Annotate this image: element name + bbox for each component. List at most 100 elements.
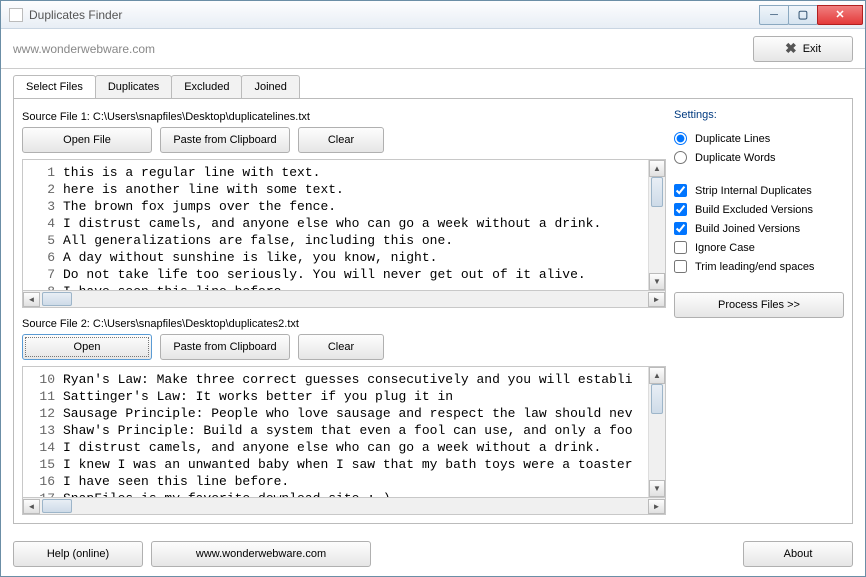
settings-panel: Settings: Duplicate Lines Duplicate Word… bbox=[674, 107, 844, 515]
scroll-right-icon[interactable]: ► bbox=[648, 292, 665, 307]
line-text: here is another line with some text. bbox=[63, 181, 344, 198]
title-bar: Duplicates Finder ─ ▢ ✕ bbox=[1, 1, 865, 29]
line-number: 17 bbox=[23, 490, 63, 498]
source2-paste-button[interactable]: Paste from Clipboard bbox=[160, 334, 290, 360]
line-number: 8 bbox=[23, 283, 63, 291]
line-number: 4 bbox=[23, 215, 63, 232]
editor-line: 14I distrust camels, and anyone else who… bbox=[23, 439, 665, 456]
line-text: Ryan's Law: Make three correct guesses c… bbox=[63, 371, 633, 388]
line-text: I have seen this line before. bbox=[63, 283, 289, 291]
editor-line: 3The brown fox jumps over the fence. bbox=[23, 198, 665, 215]
window-title: Duplicates Finder bbox=[29, 8, 760, 22]
footer-bar: Help (online) www.wonderwebware.com Abou… bbox=[1, 532, 865, 576]
source2-hscrollbar[interactable]: ◄ ► bbox=[22, 498, 666, 515]
window-controls: ─ ▢ ✕ bbox=[760, 5, 863, 25]
line-number: 13 bbox=[23, 422, 63, 439]
source2-editor[interactable]: 10Ryan's Law: Make three correct guesses… bbox=[22, 366, 666, 498]
line-text: Sausage Principle: People who love sausa… bbox=[63, 405, 633, 422]
tab-bar: Select FilesDuplicatesExcludedJoined bbox=[1, 75, 865, 98]
line-number: 11 bbox=[23, 388, 63, 405]
scroll-up-icon[interactable]: ▲ bbox=[649, 367, 665, 384]
editor-line: 6A day without sunshine is like, you kno… bbox=[23, 249, 665, 266]
line-number: 1 bbox=[23, 164, 63, 181]
line-number: 3 bbox=[23, 198, 63, 215]
line-text: Shaw's Principle: Build a system that ev… bbox=[63, 422, 633, 439]
line-number: 6 bbox=[23, 249, 63, 266]
checkbox-build-joined[interactable]: Build Joined Versions bbox=[674, 222, 844, 235]
source1-hscrollbar[interactable]: ◄ ► bbox=[22, 291, 666, 308]
content-area: Source File 1: C:\Users\snapfiles\Deskto… bbox=[13, 98, 853, 524]
maximize-button[interactable]: ▢ bbox=[788, 5, 818, 25]
line-number: 14 bbox=[23, 439, 63, 456]
line-number: 2 bbox=[23, 181, 63, 198]
close-button[interactable]: ✕ bbox=[817, 5, 863, 25]
checkbox-strip-internal[interactable]: Strip Internal Duplicates bbox=[674, 184, 844, 197]
radio-duplicate-words[interactable]: Duplicate Words bbox=[674, 151, 844, 164]
line-text: The brown fox jumps over the fence. bbox=[63, 198, 336, 215]
scroll-down-icon[interactable]: ▼ bbox=[649, 480, 665, 497]
editor-line: 1this is a regular line with text. bbox=[23, 164, 665, 181]
tab-excluded[interactable]: Excluded bbox=[171, 75, 242, 98]
line-number: 5 bbox=[23, 232, 63, 249]
editor-line: 4I distrust camels, and anyone else who … bbox=[23, 215, 665, 232]
editor-line: 5All generalizations are false, includin… bbox=[23, 232, 665, 249]
top-toolbar: www.wonderwebware.com ✖ Exit bbox=[1, 29, 865, 69]
source2-vscrollbar[interactable]: ▲ ▼ bbox=[648, 367, 665, 497]
scroll-down-icon[interactable]: ▼ bbox=[649, 273, 665, 290]
tab-select-files[interactable]: Select Files bbox=[13, 75, 96, 98]
editor-line: 16I have seen this line before. bbox=[23, 473, 665, 490]
app-icon bbox=[9, 8, 23, 22]
editor-line: 8I have seen this line before. bbox=[23, 283, 665, 291]
about-button[interactable]: About bbox=[743, 541, 853, 567]
source1-paste-button[interactable]: Paste from Clipboard bbox=[160, 127, 290, 153]
source1-editor[interactable]: 1this is a regular line with text.2here … bbox=[22, 159, 666, 291]
scroll-thumb[interactable] bbox=[651, 384, 663, 414]
line-text: I knew I was an unwanted baby when I saw… bbox=[63, 456, 633, 473]
line-text: A day without sunshine is like, you know… bbox=[63, 249, 437, 266]
vendor-url-label: www.wonderwebware.com bbox=[13, 42, 155, 56]
tab-duplicates[interactable]: Duplicates bbox=[95, 75, 172, 98]
scroll-thumb[interactable] bbox=[42, 292, 72, 306]
scroll-right-icon[interactable]: ► bbox=[648, 499, 665, 514]
process-files-button[interactable]: Process Files >> bbox=[674, 292, 844, 318]
line-text: All generalizations are false, including… bbox=[63, 232, 453, 249]
editor-line: 15I knew I was an unwanted baby when I s… bbox=[23, 456, 665, 473]
line-number: 15 bbox=[23, 456, 63, 473]
source2-button-row: Open Paste from Clipboard Clear bbox=[22, 334, 666, 360]
source2-label: Source File 2: C:\Users\snapfiles\Deskto… bbox=[22, 318, 666, 330]
editor-line: 2here is another line with some text. bbox=[23, 181, 665, 198]
help-button[interactable]: Help (online) bbox=[13, 541, 143, 567]
line-text: Sattinger's Law: It works better if you … bbox=[63, 388, 453, 405]
exit-icon: ✖ bbox=[785, 40, 797, 57]
scroll-left-icon[interactable]: ◄ bbox=[23, 499, 40, 514]
source2-clear-button[interactable]: Clear bbox=[298, 334, 384, 360]
line-text: this is a regular line with text. bbox=[63, 164, 320, 181]
source1-button-row: Open File Paste from Clipboard Clear bbox=[22, 127, 666, 153]
editor-line: 17SnapFiles is my favorite download site… bbox=[23, 490, 665, 498]
editor-line: 12Sausage Principle: People who love sau… bbox=[23, 405, 665, 422]
line-number: 10 bbox=[23, 371, 63, 388]
exit-button[interactable]: ✖ Exit bbox=[753, 36, 853, 62]
source2-open-button[interactable]: Open bbox=[22, 334, 152, 360]
scroll-thumb[interactable] bbox=[42, 499, 72, 513]
minimize-button[interactable]: ─ bbox=[759, 5, 789, 25]
source1-vscrollbar[interactable]: ▲ ▼ bbox=[648, 160, 665, 290]
line-number: 16 bbox=[23, 473, 63, 490]
checkbox-build-excluded[interactable]: Build Excluded Versions bbox=[674, 203, 844, 216]
radio-duplicate-lines[interactable]: Duplicate Lines bbox=[674, 132, 844, 145]
editor-line: 10Ryan's Law: Make three correct guesses… bbox=[23, 371, 665, 388]
app-window: Duplicates Finder ─ ▢ ✕ www.wonderwebwar… bbox=[0, 0, 866, 577]
source1-clear-button[interactable]: Clear bbox=[298, 127, 384, 153]
line-text: Do not take life too seriously. You will… bbox=[63, 266, 586, 283]
checkbox-ignore-case[interactable]: Ignore Case bbox=[674, 241, 844, 254]
vendor-url-button[interactable]: www.wonderwebware.com bbox=[151, 541, 371, 567]
source1-open-button[interactable]: Open File bbox=[22, 127, 152, 153]
line-text: SnapFiles is my favorite download site :… bbox=[63, 490, 391, 498]
scroll-up-icon[interactable]: ▲ bbox=[649, 160, 665, 177]
checkbox-trim-spaces[interactable]: Trim leading/end spaces bbox=[674, 260, 844, 273]
tab-joined[interactable]: Joined bbox=[241, 75, 299, 98]
line-text: I have seen this line before. bbox=[63, 473, 289, 490]
scroll-left-icon[interactable]: ◄ bbox=[23, 292, 40, 307]
line-number: 7 bbox=[23, 266, 63, 283]
scroll-thumb[interactable] bbox=[651, 177, 663, 207]
